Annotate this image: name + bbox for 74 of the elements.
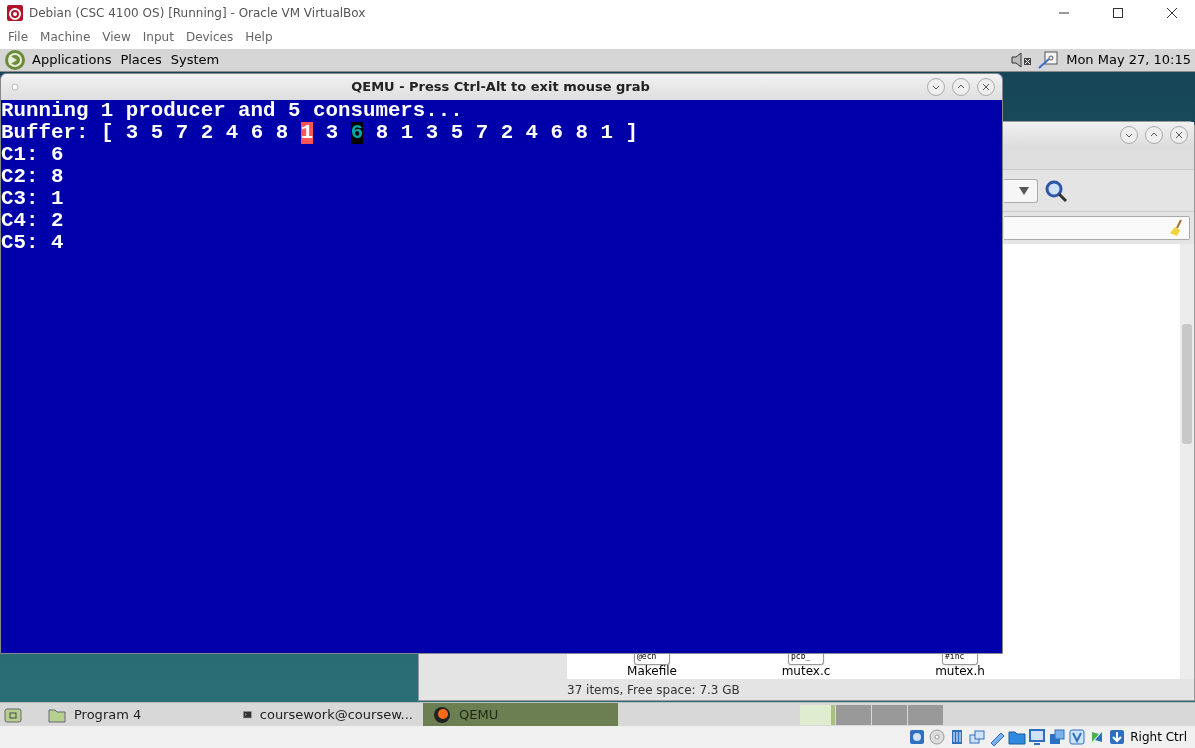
console-text: C2: xyxy=(1,166,39,188)
taskbar-button[interactable]: coursework@coursew... xyxy=(233,702,423,727)
buffer-value: 8 xyxy=(575,122,589,144)
scrollbar-thumb[interactable] xyxy=(1182,324,1192,444)
logo-icon[interactable] xyxy=(4,49,26,71)
file-name[interactable]: mutex.c xyxy=(781,665,831,678)
menu-item[interactable]: Input xyxy=(136,28,180,46)
buffer-value: 8 xyxy=(275,122,289,144)
buffer-value: 8 xyxy=(375,122,389,144)
buffer-value: 3 xyxy=(425,122,439,144)
console-text: C1: xyxy=(1,144,39,166)
console-text: C3: xyxy=(1,188,39,210)
console-text: 6 xyxy=(50,144,64,166)
buffer-value: 7 xyxy=(475,122,489,144)
host-key-text: Right Ctrl xyxy=(1130,729,1187,746)
close-icon[interactable] xyxy=(1169,125,1189,145)
muted-speaker-icon[interactable] xyxy=(1010,51,1033,69)
maximize-icon[interactable] xyxy=(1112,6,1124,19)
buffer-value: 3 xyxy=(125,122,139,144)
broom-icon[interactable] xyxy=(1169,219,1185,237)
console-line: Running 1 producer and 5 consumers... xyxy=(1,100,464,122)
menu-item[interactable]: System xyxy=(170,50,220,70)
buffer-value: 6 xyxy=(350,122,364,144)
menu-item[interactable]: File xyxy=(2,28,35,46)
console-text: [ xyxy=(100,122,114,144)
file-name[interactable]: Makefile xyxy=(627,665,677,678)
clock-text[interactable]: Mon May 27, 10:15 xyxy=(1066,50,1191,70)
buffer-value: 1 xyxy=(300,122,314,144)
buffer-value: 2 xyxy=(500,122,514,144)
menu-item[interactable]: Applications xyxy=(32,50,112,70)
console-text: 2 xyxy=(50,210,64,232)
menu-item[interactable]: Machine xyxy=(34,28,97,46)
buffer-value: 5 xyxy=(150,122,164,144)
console-text: 4 xyxy=(50,232,64,254)
buffer-value: 4 xyxy=(525,122,539,144)
network-icon[interactable] xyxy=(968,728,987,746)
buffer-value: 2 xyxy=(200,122,214,144)
dropdown-arrow-icon xyxy=(1019,186,1029,195)
v-icon[interactable] xyxy=(1068,728,1087,746)
menu-item[interactable]: Places xyxy=(120,50,162,70)
console-text: Buffer: xyxy=(1,122,89,144)
taskbar-button[interactable]: Program 4 xyxy=(38,702,233,727)
console-text: ] xyxy=(625,122,639,144)
status-text: 37 items, Free space: 7.3 GB xyxy=(567,681,740,699)
video-capture-icon[interactable] xyxy=(1048,728,1067,746)
qemu-icon xyxy=(433,705,451,724)
file-name[interactable]: mutex.h xyxy=(935,665,985,678)
menu-item[interactable]: Help xyxy=(239,28,279,46)
buffer-value: 5 xyxy=(450,122,464,144)
buffer-value: 1 xyxy=(600,122,614,144)
close-icon[interactable] xyxy=(1166,6,1178,19)
buffer-value: 6 xyxy=(250,122,264,144)
console-text: 8 xyxy=(50,166,64,188)
virtualbox-logo-icon xyxy=(7,4,23,21)
window-title: QEMU - Press Ctrl-Alt to exit mouse grab xyxy=(350,78,651,97)
path-dropdown[interactable] xyxy=(1004,178,1038,203)
network-icon[interactable] xyxy=(1038,51,1059,69)
display-icon[interactable] xyxy=(1028,728,1047,746)
console-text: 1 xyxy=(50,188,64,210)
window-title: Debian (CSC 4100 OS) [Running] - Oracle VM VirtualBox xyxy=(29,4,366,22)
search-icon[interactable] xyxy=(1044,178,1068,203)
console-text: C5: xyxy=(1,232,39,254)
buffer-value: 6 xyxy=(550,122,564,144)
location-field[interactable] xyxy=(1004,216,1190,240)
buffer-value: 7 xyxy=(175,122,189,144)
menu-item[interactable]: Devices xyxy=(179,28,240,46)
buffer-value: 1 xyxy=(400,122,414,144)
console-text: C4: xyxy=(1,210,39,232)
buffer-value: 3 xyxy=(325,122,339,144)
buffer-value: 4 xyxy=(225,122,239,144)
show-desktop-icon[interactable] xyxy=(4,706,22,723)
close-icon[interactable] xyxy=(976,77,996,97)
shared-folder-icon[interactable] xyxy=(1008,728,1027,746)
menu-item[interactable]: View xyxy=(96,28,137,46)
